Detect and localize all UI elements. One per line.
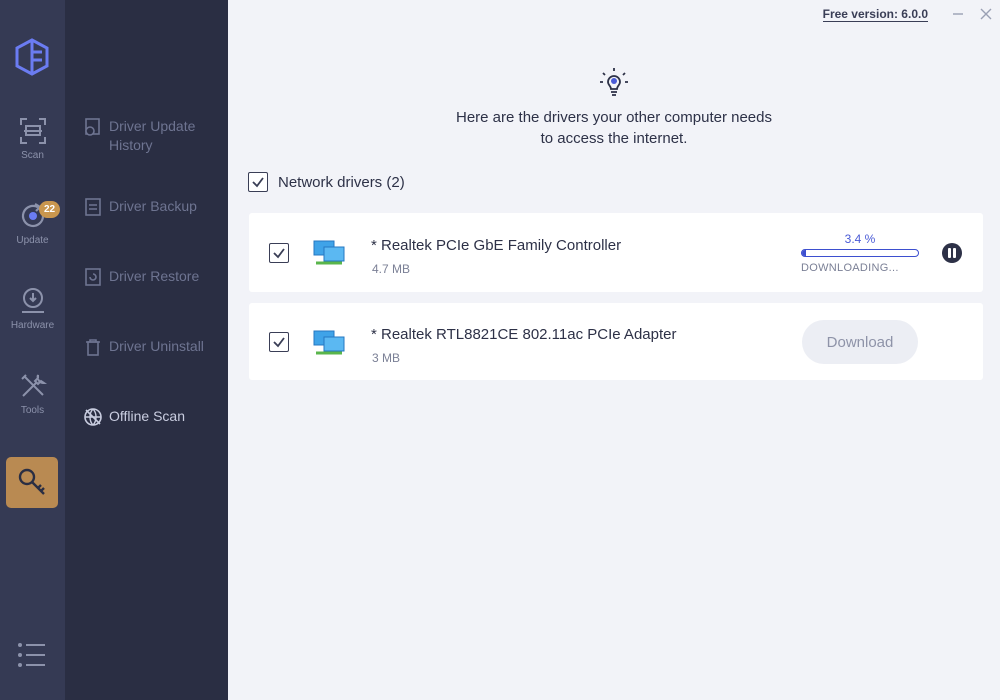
checkmark-icon [273,248,285,259]
driver-size: 3 MB [372,351,401,365]
update-count-badge: 22 [39,201,60,218]
submenu-driver-update-history[interactable]: Driver Update History [83,117,223,155]
close-icon [980,8,992,20]
submenu-driver-uninstall[interactable]: Driver Uninstall [83,337,223,357]
driver-name: * Realtek PCIe GbE Family Controller [371,237,622,254]
rail-label-scan: Scan [21,150,44,161]
scan-icon [19,118,46,144]
headline-line-1: Here are the drivers your other computer… [456,109,772,126]
submenu-label: Driver Backup [109,198,197,214]
app-logo-icon [15,38,49,76]
driver-card: * Realtek RTL8821CE 802.11ac PCIe Adapte… [249,303,983,380]
version-link[interactable]: Free version: 6.0.0 [822,7,928,22]
tools-icon [20,374,47,397]
checkmark-icon [273,337,285,348]
rail-label-hardware: Hardware [10,320,55,331]
restore-icon [85,268,101,286]
title-bar: Free version: 6.0.0 [822,0,1000,28]
rail-label-update: Update [16,235,49,246]
submenu-panel: Driver Update History Driver Backup Driv… [65,0,228,700]
rail-item-tools[interactable]: Tools [0,371,65,441]
driver-card: * Realtek PCIe GbE Family Controller 4.7… [249,213,983,292]
driver-name: * Realtek RTL8821CE 802.11ac PCIe Adapte… [371,326,677,343]
nav-rail: Scan 22 Update Hardware Tools [0,0,65,700]
trash-icon [86,339,100,356]
submenu-label: Driver Uninstall [109,338,204,354]
submenu-offline-scan[interactable]: Offline Scan [83,407,223,427]
download-progress: 3.4 % DOWNLOADING... [801,232,919,274]
progress-percent: 3.4 % [844,232,876,246]
section-header: Network drivers (2) [248,172,405,192]
progress-fill [802,250,806,256]
minimize-button[interactable] [944,0,972,28]
backup-icon [85,198,101,216]
rail-item-scan[interactable]: Scan [0,116,65,186]
hardware-icon [21,288,44,313]
checkmark-icon [252,177,264,188]
submenu-label: Driver Restore [109,268,200,284]
submenu-label: Offline Scan [109,408,186,424]
driver-size: 4.7 MB [372,262,411,276]
download-button[interactable]: Download [802,320,918,364]
submenu-driver-backup[interactable]: Driver Backup [83,197,223,217]
submenu-driver-restore[interactable]: Driver Restore [83,267,223,287]
download-status: DOWNLOADING... [801,262,899,274]
headline-line-2: to access the internet. [540,130,688,147]
menu-list-icon[interactable] [17,641,47,669]
select-all-checkbox[interactable] [248,172,268,192]
key-icon [18,468,45,495]
submenu-label: Driver Update History [109,118,196,153]
driver-checkbox[interactable] [269,332,289,352]
rail-item-update[interactable]: 22 Update [0,201,65,271]
history-icon [85,118,100,136]
network-adapter-icon [313,240,345,265]
main-panel: Free version: 6.0.0 Here are the drivers… [228,0,1000,700]
rail-item-offline-key[interactable] [6,457,58,508]
close-button[interactable] [972,0,1000,28]
minimize-icon [953,13,963,15]
lightbulb-icon [600,68,628,96]
network-adapter-icon [313,330,345,355]
section-title: Network drivers (2) [278,173,405,191]
driver-checkbox[interactable] [269,243,289,263]
rail-label-tools: Tools [20,405,45,416]
headline: Here are the drivers your other computer… [228,107,1000,149]
rail-item-hardware[interactable]: Hardware [0,286,65,356]
pause-button[interactable] [942,243,962,263]
progress-bar [801,249,919,257]
offline-scan-icon [84,408,102,426]
